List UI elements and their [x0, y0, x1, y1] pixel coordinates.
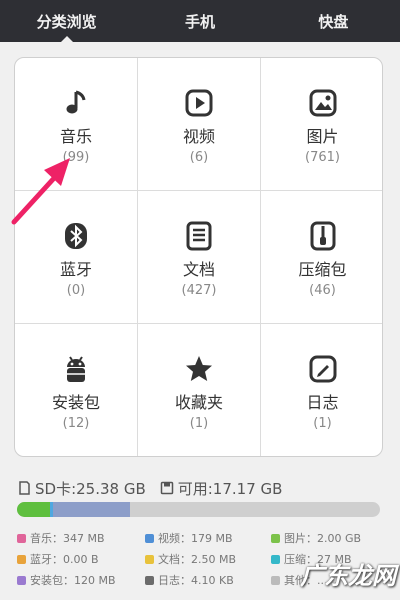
category-label: 文档: [182, 260, 215, 279]
tab-label: 快盘: [318, 12, 349, 31]
log-edit-icon: [308, 354, 338, 384]
legend-item: 视频：179 MB: [145, 529, 271, 547]
watermark: 广东龙网: [300, 562, 396, 590]
category-grid: 音乐 (99) 视频 (6) 图片 (761) 蓝牙 (0) 文档 (427) …: [15, 58, 382, 456]
sd-card-icon: [19, 481, 30, 495]
legend-text: 蓝牙：0.00 B: [30, 553, 99, 566]
legend-swatch: [271, 575, 280, 585]
picture-icon: [308, 88, 338, 118]
document-icon: [184, 221, 214, 251]
category-count: (6): [189, 150, 209, 165]
usage-segment: [17, 502, 50, 517]
category-panel: 音乐 (99) 视频 (6) 图片 (761) 蓝牙 (0) 文档 (427) …: [14, 57, 383, 457]
category-bluetooth[interactable]: 蓝牙 (0): [15, 191, 138, 324]
tab-label: 手机: [184, 12, 215, 31]
legend-text: 安装包：120 MB: [30, 574, 116, 587]
zip-archive-icon: [308, 221, 338, 251]
category-label: 视频: [182, 127, 215, 146]
legend-swatch: [145, 575, 154, 585]
category-zip[interactable]: 压缩包 (46): [261, 191, 382, 324]
legend-text: 文档：2.50 MB: [158, 553, 237, 566]
legend-text: 视频：179 MB: [158, 532, 233, 545]
category-log[interactable]: 日志 (1): [261, 324, 382, 456]
category-label: 安装包: [51, 393, 100, 412]
tab-category-browse[interactable]: 分类浏览: [0, 0, 133, 42]
legend-item: 文档：2.50 MB: [145, 550, 271, 568]
tab-kuaipan[interactable]: 快盘: [267, 0, 400, 42]
legend-item: 蓝牙：0.00 B: [17, 550, 145, 568]
category-label: 收藏夹: [174, 393, 223, 412]
category-document[interactable]: 文档 (427): [138, 191, 261, 324]
category-picture[interactable]: 图片 (761): [261, 58, 382, 191]
legend-swatch: [145, 554, 154, 564]
category-count: (0): [66, 283, 86, 298]
category-label: 蓝牙: [59, 260, 92, 279]
android-icon: [61, 354, 91, 384]
save-disk-icon: [160, 481, 173, 495]
usage-segment: [53, 502, 130, 517]
sd-capacity: SD卡:25.38 GB: [35, 479, 146, 498]
legend-item: 图片：2.00 GB: [271, 529, 387, 547]
category-count: (1): [189, 416, 209, 431]
music-note-icon: [61, 88, 91, 118]
storage-usage-bar: [17, 502, 380, 517]
legend-swatch: [145, 533, 154, 543]
legend-swatch: [17, 554, 26, 564]
category-music[interactable]: 音乐 (99): [15, 58, 138, 191]
legend-text: 图片：2.00 GB: [284, 532, 362, 545]
category-count: (1): [313, 416, 332, 431]
category-count: (12): [62, 416, 90, 431]
category-label: 日志: [306, 393, 339, 412]
legend-swatch: [271, 554, 280, 564]
category-count: (761): [305, 150, 340, 165]
category-count: (427): [181, 283, 217, 298]
legend-item: 日志：4.10 KB: [145, 571, 271, 589]
video-play-icon: [184, 88, 214, 118]
star-icon: [184, 354, 214, 384]
bluetooth-icon: [61, 221, 91, 251]
storage-summary: SD卡:25.38 GB 可用:17.17 GB: [17, 478, 387, 498]
top-tab-bar: 分类浏览 手机 快盘: [0, 0, 400, 42]
legend-text: 音乐：347 MB: [30, 532, 105, 545]
legend-swatch: [17, 575, 26, 585]
category-video[interactable]: 视频 (6): [138, 58, 261, 191]
category-label: 压缩包: [298, 260, 347, 279]
category-label: 图片: [306, 127, 339, 146]
legend-swatch: [271, 533, 280, 543]
legend-text: 日志：4.10 KB: [158, 574, 234, 587]
category-apk[interactable]: 安装包 (12): [15, 324, 138, 456]
category-count: (99): [62, 150, 90, 165]
available-space: 可用:17.17 GB: [177, 479, 283, 498]
legend-item: 音乐：347 MB: [17, 529, 145, 547]
category-favorites[interactable]: 收藏夹 (1): [138, 324, 261, 456]
legend-item: 安装包：120 MB: [17, 571, 145, 589]
tab-label: 分类浏览: [36, 12, 97, 31]
category-count: (46): [309, 283, 336, 298]
category-label: 音乐: [59, 127, 92, 146]
tab-phone[interactable]: 手机: [133, 0, 266, 42]
legend-swatch: [17, 533, 26, 543]
